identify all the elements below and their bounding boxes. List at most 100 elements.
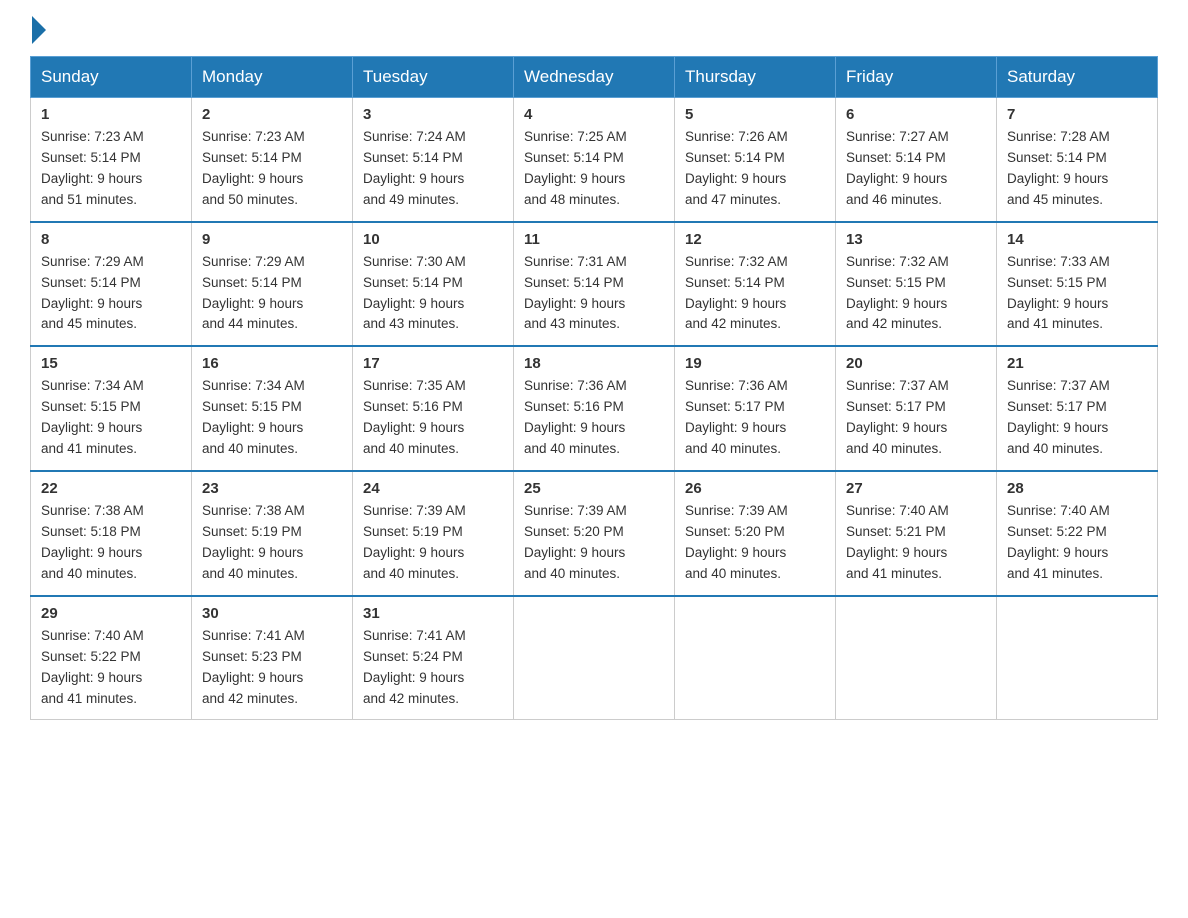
day-info: Sunrise: 7:37 AMSunset: 5:17 PMDaylight:… — [846, 376, 986, 460]
calendar-week-row: 29 Sunrise: 7:40 AMSunset: 5:22 PMDayligh… — [31, 596, 1158, 720]
day-info: Sunrise: 7:41 AMSunset: 5:23 PMDaylight:… — [202, 626, 342, 710]
calendar-cell: 20 Sunrise: 7:37 AMSunset: 5:17 PMDayligh… — [836, 346, 997, 471]
day-number: 31 — [363, 605, 503, 622]
calendar-cell: 11Sunrise: 7:31 AMSunset: 5:14 PMDayligh… — [514, 222, 675, 347]
day-info: Sunrise: 7:41 AMSunset: 5:24 PMDaylight:… — [363, 626, 503, 710]
day-number: 13 — [846, 231, 986, 248]
day-number: 1 — [41, 106, 181, 123]
day-info: Sunrise: 7:40 AMSunset: 5:22 PMDaylight:… — [1007, 501, 1147, 585]
day-info: Sunrise: 7:30 AMSunset: 5:14 PMDaylight:… — [363, 252, 503, 336]
weekday-header-saturday: Saturday — [997, 57, 1158, 98]
weekday-header-wednesday: Wednesday — [514, 57, 675, 98]
day-info: Sunrise: 7:25 AMSunset: 5:14 PMDaylight:… — [524, 127, 664, 211]
calendar-cell: 10 Sunrise: 7:30 AMSunset: 5:14 PMDayligh… — [353, 222, 514, 347]
day-number: 25 — [524, 480, 664, 497]
day-info: Sunrise: 7:28 AMSunset: 5:14 PMDaylight:… — [1007, 127, 1147, 211]
calendar-cell: 17Sunrise: 7:35 AMSunset: 5:16 PMDayligh… — [353, 346, 514, 471]
day-number: 9 — [202, 231, 342, 248]
day-info: Sunrise: 7:37 AMSunset: 5:17 PMDaylight:… — [1007, 376, 1147, 460]
day-number: 19 — [685, 355, 825, 372]
day-info: Sunrise: 7:32 AMSunset: 5:15 PMDaylight:… — [846, 252, 986, 336]
day-info: Sunrise: 7:26 AMSunset: 5:14 PMDaylight:… — [685, 127, 825, 211]
calendar-cell: 22Sunrise: 7:38 AMSunset: 5:18 PMDayligh… — [31, 471, 192, 596]
calendar-week-row: 22Sunrise: 7:38 AMSunset: 5:18 PMDayligh… — [31, 471, 1158, 596]
weekday-header-friday: Friday — [836, 57, 997, 98]
day-number: 3 — [363, 106, 503, 123]
calendar-cell: 15 Sunrise: 7:34 AMSunset: 5:15 PMDayligh… — [31, 346, 192, 471]
calendar-cell: 14 Sunrise: 7:33 AMSunset: 5:15 PMDayligh… — [997, 222, 1158, 347]
day-number: 5 — [685, 106, 825, 123]
day-info: Sunrise: 7:34 AMSunset: 5:15 PMDaylight:… — [41, 376, 181, 460]
day-number: 16 — [202, 355, 342, 372]
calendar-cell: 13 Sunrise: 7:32 AMSunset: 5:15 PMDayligh… — [836, 222, 997, 347]
day-number: 17 — [363, 355, 503, 372]
day-number: 28 — [1007, 480, 1147, 497]
day-info: Sunrise: 7:40 AMSunset: 5:22 PMDaylight:… — [41, 626, 181, 710]
day-info: Sunrise: 7:36 AMSunset: 5:17 PMDaylight:… — [685, 376, 825, 460]
calendar-cell: 3 Sunrise: 7:24 AMSunset: 5:14 PMDaylight… — [353, 98, 514, 222]
calendar-cell: 1 Sunrise: 7:23 AMSunset: 5:14 PMDaylight… — [31, 98, 192, 222]
day-info: Sunrise: 7:38 AMSunset: 5:19 PMDaylight:… — [202, 501, 342, 585]
day-number: 8 — [41, 231, 181, 248]
calendar-cell: 19 Sunrise: 7:36 AMSunset: 5:17 PMDayligh… — [675, 346, 836, 471]
calendar-cell: 30 Sunrise: 7:41 AMSunset: 5:23 PMDayligh… — [192, 596, 353, 720]
day-number: 27 — [846, 480, 986, 497]
weekday-header-monday: Monday — [192, 57, 353, 98]
calendar-cell: 29 Sunrise: 7:40 AMSunset: 5:22 PMDayligh… — [31, 596, 192, 720]
day-number: 14 — [1007, 231, 1147, 248]
weekday-header-row: SundayMondayTuesdayWednesdayThursdayFrid… — [31, 57, 1158, 98]
calendar-cell — [836, 596, 997, 720]
weekday-header-sunday: Sunday — [31, 57, 192, 98]
day-info: Sunrise: 7:40 AMSunset: 5:21 PMDaylight:… — [846, 501, 986, 585]
day-number: 20 — [846, 355, 986, 372]
calendar-cell: 28 Sunrise: 7:40 AMSunset: 5:22 PMDayligh… — [997, 471, 1158, 596]
calendar-cell: 27 Sunrise: 7:40 AMSunset: 5:21 PMDayligh… — [836, 471, 997, 596]
day-number: 7 — [1007, 106, 1147, 123]
day-number: 12 — [685, 231, 825, 248]
day-info: Sunrise: 7:32 AMSunset: 5:14 PMDaylight:… — [685, 252, 825, 336]
day-info: Sunrise: 7:33 AMSunset: 5:15 PMDaylight:… — [1007, 252, 1147, 336]
day-number: 10 — [363, 231, 503, 248]
calendar-cell — [997, 596, 1158, 720]
calendar-cell: 8 Sunrise: 7:29 AMSunset: 5:14 PMDaylight… — [31, 222, 192, 347]
calendar-cell: 21 Sunrise: 7:37 AMSunset: 5:17 PMDayligh… — [997, 346, 1158, 471]
day-number: 26 — [685, 480, 825, 497]
day-info: Sunrise: 7:24 AMSunset: 5:14 PMDaylight:… — [363, 127, 503, 211]
weekday-header-tuesday: Tuesday — [353, 57, 514, 98]
day-number: 22 — [41, 480, 181, 497]
calendar-cell: 18Sunrise: 7:36 AMSunset: 5:16 PMDayligh… — [514, 346, 675, 471]
day-info: Sunrise: 7:27 AMSunset: 5:14 PMDaylight:… — [846, 127, 986, 211]
calendar-cell — [514, 596, 675, 720]
calendar-cell: 23Sunrise: 7:38 AMSunset: 5:19 PMDayligh… — [192, 471, 353, 596]
page-header — [30, 20, 1158, 40]
calendar-cell: 9 Sunrise: 7:29 AMSunset: 5:14 PMDaylight… — [192, 222, 353, 347]
calendar-cell: 12 Sunrise: 7:32 AMSunset: 5:14 PMDayligh… — [675, 222, 836, 347]
day-info: Sunrise: 7:36 AMSunset: 5:16 PMDaylight:… — [524, 376, 664, 460]
day-number: 2 — [202, 106, 342, 123]
calendar-cell: 25 Sunrise: 7:39 AMSunset: 5:20 PMDayligh… — [514, 471, 675, 596]
day-info: Sunrise: 7:23 AMSunset: 5:14 PMDaylight:… — [202, 127, 342, 211]
calendar-cell: 5 Sunrise: 7:26 AMSunset: 5:14 PMDaylight… — [675, 98, 836, 222]
day-number: 29 — [41, 605, 181, 622]
weekday-header-thursday: Thursday — [675, 57, 836, 98]
calendar-cell: 7 Sunrise: 7:28 AMSunset: 5:14 PMDaylight… — [997, 98, 1158, 222]
day-number: 21 — [1007, 355, 1147, 372]
day-info: Sunrise: 7:29 AMSunset: 5:14 PMDaylight:… — [202, 252, 342, 336]
day-info: Sunrise: 7:34 AMSunset: 5:15 PMDaylight:… — [202, 376, 342, 460]
day-info: Sunrise: 7:39 AMSunset: 5:20 PMDaylight:… — [524, 501, 664, 585]
calendar-cell: 26 Sunrise: 7:39 AMSunset: 5:20 PMDayligh… — [675, 471, 836, 596]
calendar-cell: 31 Sunrise: 7:41 AMSunset: 5:24 PMDayligh… — [353, 596, 514, 720]
day-number: 11 — [524, 231, 664, 248]
day-info: Sunrise: 7:29 AMSunset: 5:14 PMDaylight:… — [41, 252, 181, 336]
day-number: 6 — [846, 106, 986, 123]
day-number: 30 — [202, 605, 342, 622]
calendar-week-row: 8 Sunrise: 7:29 AMSunset: 5:14 PMDaylight… — [31, 222, 1158, 347]
day-info: Sunrise: 7:23 AMSunset: 5:14 PMDaylight:… — [41, 127, 181, 211]
day-info: Sunrise: 7:39 AMSunset: 5:20 PMDaylight:… — [685, 501, 825, 585]
day-number: 4 — [524, 106, 664, 123]
day-number: 24 — [363, 480, 503, 497]
day-number: 15 — [41, 355, 181, 372]
calendar-cell — [675, 596, 836, 720]
logo-triangle-icon — [32, 16, 46, 44]
calendar-table: SundayMondayTuesdayWednesdayThursdayFrid… — [30, 56, 1158, 720]
